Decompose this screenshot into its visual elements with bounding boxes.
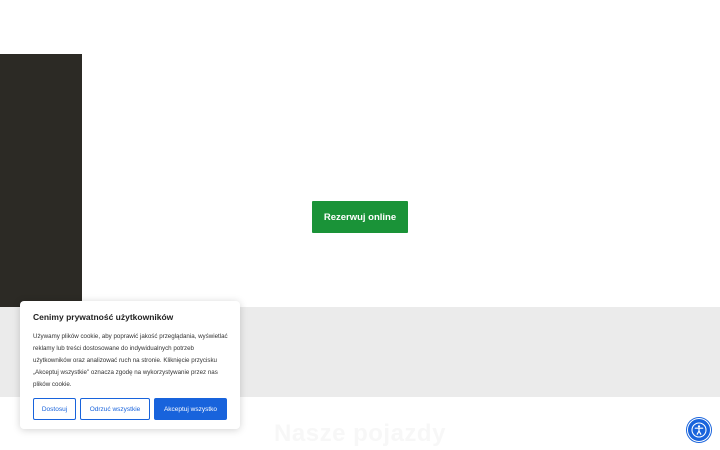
page: Rezerwuj online Nasze pojazdy Cenimy pry… — [0, 0, 720, 450]
cookie-banner-buttons: Dostosuj Odrzuć wszystkie Akceptuj wszys… — [33, 398, 227, 420]
book-online-button[interactable]: Rezerwuj online — [312, 201, 408, 233]
cookie-consent-banner: Cenimy prywatność użytkowników Używamy p… — [20, 301, 240, 429]
site-header — [0, 0, 720, 54]
cookie-banner-text: Używamy plików cookie, aby poprawić jako… — [33, 333, 228, 388]
accessibility-icon — [691, 422, 707, 438]
hero-section — [82, 54, 720, 307]
accept-all-button[interactable]: Akceptuj wszystko — [154, 398, 227, 420]
cookie-banner-title: Cenimy prywatność użytkowników — [33, 312, 174, 322]
reject-all-button[interactable]: Odrzuć wszystkie — [80, 398, 150, 420]
side-panel — [0, 54, 82, 307]
customize-button[interactable]: Dostosuj — [33, 398, 76, 420]
accessibility-button[interactable] — [687, 418, 711, 442]
